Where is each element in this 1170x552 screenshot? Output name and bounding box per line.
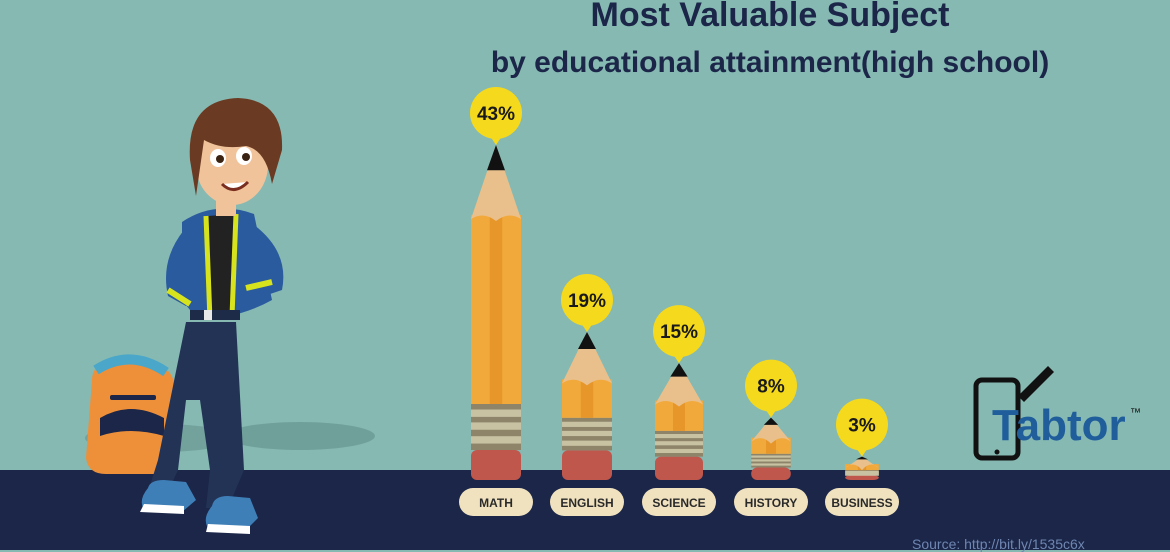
ferrule-band (471, 436, 521, 444)
category-label: HISTORY (745, 496, 798, 510)
value-label: 3% (848, 416, 876, 437)
value-label: 8% (757, 377, 785, 398)
category-label: MATH (479, 496, 513, 510)
ferrule-band (562, 421, 612, 427)
ferrule-band (751, 455, 791, 458)
tabtor-logo-text: Tabtor (992, 401, 1126, 450)
value-label: 43% (477, 104, 515, 125)
pencil-eraser (845, 475, 879, 480)
ferrule-band (471, 422, 521, 430)
ferrule-band (751, 459, 791, 462)
tabtor-trademark: ™ (1130, 407, 1141, 419)
category-label: BUSINESS (831, 496, 892, 510)
chart-title: Most Valuable Subject (590, 0, 950, 34)
pencil-eraser (562, 450, 612, 480)
ferrule-band (655, 441, 703, 446)
chart-subtitle: by educational attainment(high school) (490, 46, 1050, 79)
ferrule-band (845, 473, 879, 476)
pencil-eraser (751, 467, 791, 480)
ferrule-band (471, 409, 521, 417)
infographic-scene: 43% MATH 19% ENGLISH 15% SCIENCE 8% HISTORY 3% BU… (0, 0, 1170, 550)
value-label: 19% (568, 291, 606, 312)
ferrule-band (751, 463, 791, 466)
ferrule-band (655, 448, 703, 454)
pencil-eraser (471, 450, 521, 480)
value-label: 15% (660, 322, 698, 343)
pencil-stripe (489, 215, 503, 404)
pencil-eraser (655, 456, 703, 480)
category-label: SCIENCE (652, 496, 705, 510)
ferrule-band (562, 430, 612, 437)
category-label: ENGLISH (560, 496, 613, 510)
ferrule-band (655, 434, 703, 439)
ferrule-band (562, 440, 612, 446)
